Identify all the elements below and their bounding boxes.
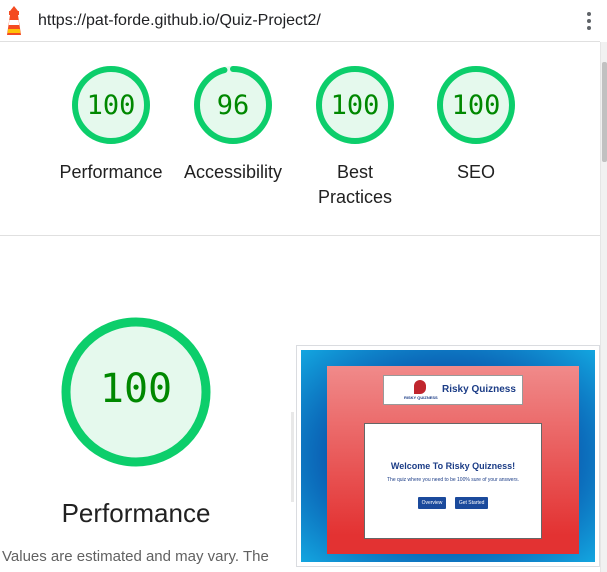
score-gauges: 100 Performance 96 Accessibility 100 Bes… (0, 42, 600, 236)
quiz-logo-icon (414, 380, 426, 394)
overview-button: Overview (417, 497, 447, 509)
lighthouse-icon (7, 6, 21, 35)
resize-handle[interactable] (291, 412, 294, 502)
quiz-brand: Risky Quizness (442, 384, 516, 395)
scrollbar[interactable] (600, 42, 607, 572)
gauge-performance[interactable]: 100 Performance (51, 64, 171, 185)
screenshot-header: RISKY QUIZNESS Risky Quizness (383, 375, 523, 405)
url-text[interactable]: https://pat-forde.github.io/Quiz-Project… (38, 12, 321, 30)
gauge-seo[interactable]: 100 SEO (416, 64, 536, 185)
gauge-label: Performance (59, 162, 163, 182)
browser-bar: https://pat-forde.github.io/Quiz-Project… (0, 0, 600, 42)
performance-title: Performance (61, 498, 211, 528)
gauge-score: 100 (451, 90, 501, 121)
gauge-label: SEO (456, 162, 495, 182)
more-vert-icon[interactable] (584, 12, 594, 34)
get-started-button: Get Started (454, 497, 489, 509)
welcome-subtitle: The quiz where you need to be 100% sure … (386, 477, 520, 483)
gauge-score: 100 (86, 90, 136, 121)
estimate-disclaimer: Values are estimated and may vary. The (2, 548, 269, 565)
screenshot-background: RISKY QUIZNESS Risky Quizness Welcome To… (301, 350, 595, 562)
final-screenshot[interactable]: RISKY QUIZNESS Risky Quizness Welcome To… (296, 345, 600, 567)
gauge-label: Accessibility (183, 162, 283, 182)
quiz-logo-text: RISKY QUIZNESS (404, 395, 438, 400)
welcome-card: Welcome To Risky Quizness! The quiz wher… (364, 423, 542, 539)
gauge-score: 96 (216, 90, 250, 121)
screenshot-panel: RISKY QUIZNESS Risky Quizness Welcome To… (327, 366, 579, 554)
gauge-accessibility[interactable]: 96 Accessibility (173, 64, 293, 185)
gauge-label: Best Practices (317, 162, 393, 207)
welcome-heading: Welcome To Risky Quizness! (390, 461, 516, 471)
gauge-best-practices[interactable]: 100 Best Practices (295, 64, 415, 210)
gauge-score: 100 (330, 90, 380, 121)
scrollbar-thumb[interactable] (602, 62, 607, 162)
performance-score: 100 (99, 366, 173, 412)
